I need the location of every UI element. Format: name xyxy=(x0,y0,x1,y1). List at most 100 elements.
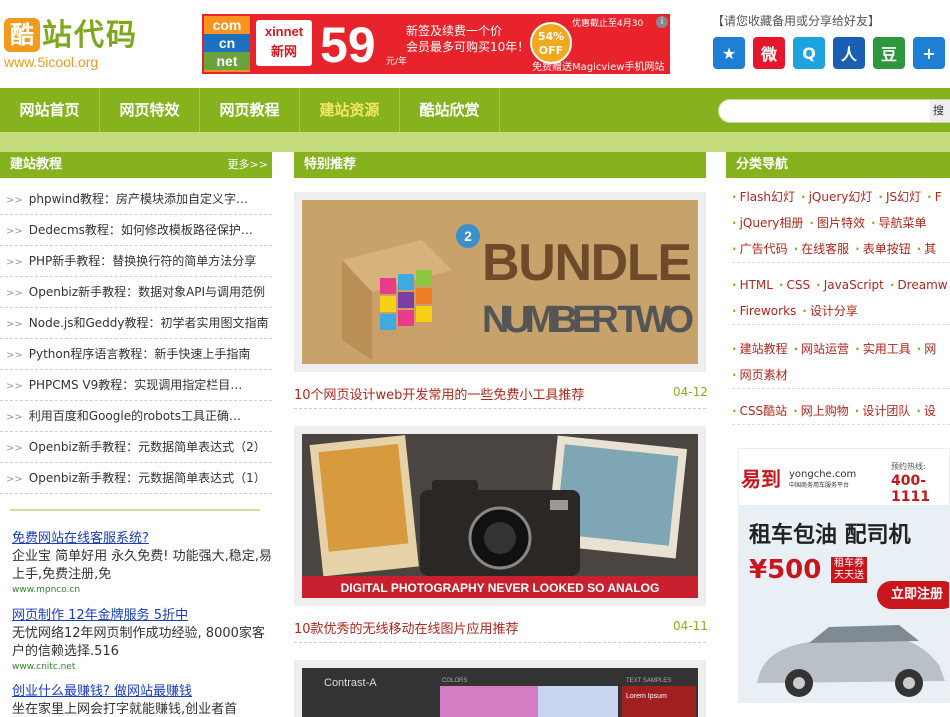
weibo-icon[interactable]: 微 xyxy=(753,37,785,69)
list-item[interactable]: >> Openbiz新手教程：数据对象API与调用范例 xyxy=(0,277,272,308)
douban-icon[interactable]: 豆 xyxy=(873,37,905,69)
nav-item-resources[interactable]: 建站资源 xyxy=(300,88,400,132)
list-item-link[interactable]: phpwind教程：房产模块添加自定义字… xyxy=(29,192,248,206)
category-link[interactable]: 其 xyxy=(924,242,936,256)
banner-line1: 新签及续费一个价 xyxy=(406,24,503,38)
feature-image[interactable]: Contrast-A COLORS TEXT SAMPLES Lorem Ips… xyxy=(302,668,698,717)
category-group: · CSS酷站 · 网上购物 · 设计团队 · 设 xyxy=(732,398,950,425)
category-link[interactable]: JavaScript xyxy=(824,278,884,292)
list-item[interactable]: >> Openbiz新手教程：元数据简单表达式（2） xyxy=(0,432,272,463)
category-link[interactable]: Fireworks xyxy=(740,304,797,318)
nav-item-effects[interactable]: 网页特效 xyxy=(100,88,200,132)
category-link[interactable]: F xyxy=(935,190,942,204)
list-item[interactable]: >> Openbiz新手教程：元数据简单表达式（1） xyxy=(0,463,272,494)
feature-image[interactable]: 2 BUNDLE NUMBER TWO xyxy=(302,200,698,364)
tutorial-list: >> phpwind教程：房产模块添加自定义字… >> Dedecms教程：如何修改模… xyxy=(0,184,272,494)
category-link[interactable]: 图片特效 xyxy=(817,216,865,230)
favorite-icon[interactable]: ★ xyxy=(713,37,745,69)
bullet-icon: · xyxy=(801,190,806,204)
list-item[interactable]: >> Dedecms教程：如何修改模板路径保护… xyxy=(0,215,272,246)
category-link[interactable]: 网 xyxy=(924,342,936,356)
info-icon[interactable]: i xyxy=(656,16,668,28)
bullet-icon: · xyxy=(732,216,737,230)
bundle-title: BUNDLE xyxy=(482,234,692,292)
bullet-icon: · xyxy=(927,190,932,204)
category-link[interactable]: CSS xyxy=(787,278,811,292)
bullet-icon: · xyxy=(793,242,799,256)
text-ad[interactable]: 免费网站在线客服系统? 企业宝 简单好用 永久免费! 功能强大,稳定,易上手,免… xyxy=(12,530,272,596)
category-link[interactable]: Flash幻灯 xyxy=(740,190,795,204)
list-item-link[interactable]: Node.js和Geddy教程：初学者实用图文指南 xyxy=(29,316,269,330)
list-item[interactable]: >> Python程序语言教程：新手快速上手指南 xyxy=(0,339,272,370)
category-link[interactable]: 在线客服 xyxy=(801,242,849,256)
list-item[interactable]: >> PHP新手教程：替换换行符的简单方法分享 xyxy=(0,246,272,277)
renren-icon[interactable]: 人 xyxy=(833,37,865,69)
feature-card[interactable]: Contrast-A COLORS TEXT SAMPLES Lorem Ips… xyxy=(294,660,706,717)
category-link[interactable]: 网上购物 xyxy=(801,404,849,418)
category-link[interactable]: 实用工具 xyxy=(863,342,911,356)
more-link[interactable]: 更多>> xyxy=(228,152,268,178)
list-item-link[interactable]: 利用百度和Google的robots工具正确… xyxy=(29,409,241,423)
category-link[interactable]: 网页素材 xyxy=(740,368,788,382)
category-link[interactable]: CSS酷站 xyxy=(740,404,788,418)
banner-gift: 免费赠送Magicview手机网站 xyxy=(532,62,665,73)
text-ad[interactable]: 创业什么最赚钱? 做网站最赚钱 坐在家里上网会打字就能赚钱,创业者首 xyxy=(12,683,272,717)
category-link[interactable]: 建站教程 xyxy=(740,342,788,356)
list-item-link[interactable]: Python程序语言教程：新手快速上手指南 xyxy=(29,347,251,361)
banner-unit: 元/年 xyxy=(386,57,408,67)
right-heading: 分类导航 xyxy=(726,152,950,178)
category-link[interactable]: 设 xyxy=(924,404,936,418)
bullet-icon: · xyxy=(732,278,737,292)
category-link[interactable]: JS幻灯 xyxy=(886,190,921,204)
text-ad[interactable]: 网页制作 12年金牌服务 5折中 无忧网络12年网页制作成功经验, 8000家客… xyxy=(12,607,272,673)
search-input[interactable] xyxy=(718,99,950,123)
center-heading: 特别推荐 xyxy=(294,152,706,178)
list-item[interactable]: >> 利用百度和Google的robots工具正确… xyxy=(0,401,272,432)
category-link[interactable]: 导航菜单 xyxy=(879,216,927,230)
category-link[interactable]: jQuery相册 xyxy=(740,216,804,230)
feature-title-link[interactable]: 10款优秀的无线移动在线图片应用推荐 xyxy=(294,618,519,637)
category-link[interactable]: 广告代码 xyxy=(740,242,788,256)
nav-item-tutorials[interactable]: 网页教程 xyxy=(200,88,300,132)
share-hint: 【请您收藏备用或分享给好友】 xyxy=(712,14,881,28)
category-link[interactable]: 设计分享 xyxy=(810,304,858,318)
car-rental-ad[interactable]: 易到 yongche.com 中国商务用车服务平台 预约热线: 400-1111… xyxy=(738,448,950,703)
list-item-link[interactable]: PHP新手教程：替换换行符的简单方法分享 xyxy=(29,254,257,268)
category-row: · 网页素材 xyxy=(732,362,950,388)
list-item-link[interactable]: Openbiz新手教程：元数据简单表达式（1） xyxy=(29,471,266,485)
feature-card[interactable]: DIGITAL PHOTOGRAPHY NEVER LOOKED SO ANAL… xyxy=(294,426,706,606)
category-link[interactable]: 表单按钮 xyxy=(863,242,911,256)
nav-item-showcase[interactable]: 酷站欣赏 xyxy=(400,88,500,132)
nav-item-home[interactable]: 网站首页 xyxy=(0,88,100,132)
double-arrow-icon: >> xyxy=(6,443,23,454)
list-item-link[interactable]: Dedecms教程：如何修改模板路径保护… xyxy=(29,223,253,237)
list-item[interactable]: >> PHPCMS V9教程：实现调用指定栏目… xyxy=(0,370,272,401)
site-logo[interactable]: 酷 站代码 www.5icool.org xyxy=(2,18,192,74)
category-row: · jQuery相册 · 图片特效 · 导航菜单 xyxy=(732,210,950,236)
category-link[interactable]: 网站运营 xyxy=(801,342,849,356)
category-row: · CSS酷站 · 网上购物 · 设计团队 · 设 xyxy=(732,398,950,424)
category-link[interactable]: Dreamw xyxy=(897,278,947,292)
feature-image[interactable]: DIGITAL PHOTOGRAPHY NEVER LOOKED SO ANAL… xyxy=(302,434,698,598)
feature-title-link[interactable]: 10个网页设计web开发常用的一些免费小工具推荐 xyxy=(294,384,584,403)
list-item[interactable]: >> Node.js和Geddy教程：初学者实用图文指南 xyxy=(0,308,272,339)
list-item-link[interactable]: Openbiz新手教程：数据对象API与调用范例 xyxy=(29,285,265,299)
qq-weibo-icon[interactable]: Q xyxy=(793,37,825,69)
search-button[interactable]: 搜 xyxy=(930,100,950,122)
list-item-link[interactable]: PHPCMS V9教程：实现调用指定栏目… xyxy=(29,378,243,392)
feature-card[interactable]: 2 BUNDLE NUMBER TWO xyxy=(294,192,706,372)
logo-text: 站代码 xyxy=(42,18,138,53)
list-item[interactable]: >> phpwind教程：房产模块添加自定义字… xyxy=(0,184,272,215)
category-link[interactable]: 设计团队 xyxy=(862,404,910,418)
bundle-subtitle: NUMBER TWO xyxy=(482,299,694,341)
category-link[interactable]: jQuery幻灯 xyxy=(809,190,873,204)
sub-nav-bar xyxy=(0,132,950,152)
bullet-icon: · xyxy=(916,242,922,256)
category-group: · HTML · CSS · JavaScript · Dreamw · Fireworks · 设计… xyxy=(732,272,950,325)
contrast-app-title: Contrast-A xyxy=(324,677,377,689)
list-item-link[interactable]: Openbiz新手教程：元数据简单表达式（2） xyxy=(29,440,266,454)
register-button[interactable]: 立即注册 xyxy=(877,581,949,609)
category-link[interactable]: HTML xyxy=(740,278,773,292)
more-share-icon[interactable]: + xyxy=(913,37,945,69)
top-banner-ad[interactable]: com cn net xinnet 新网 59 元/年 新签及续费一个价 会员最… xyxy=(202,14,670,74)
